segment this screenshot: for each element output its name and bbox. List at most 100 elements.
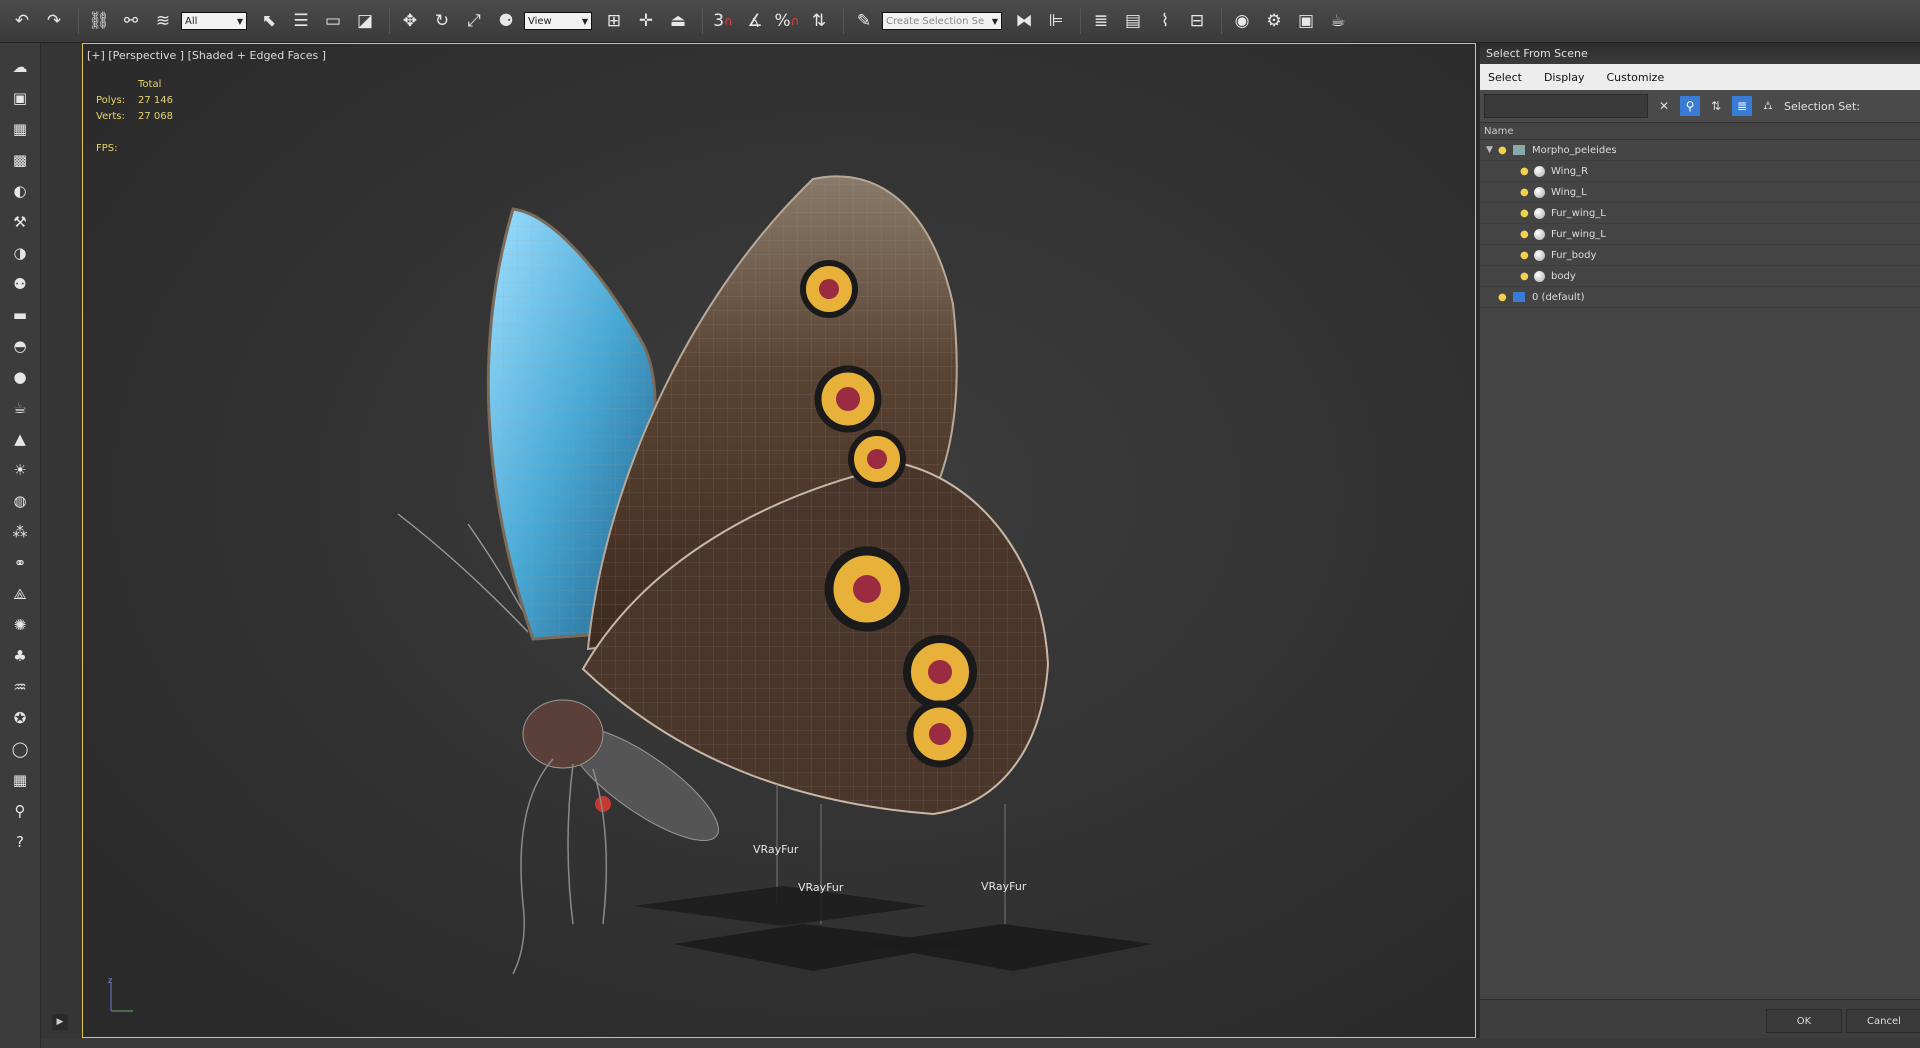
hierarchy-icon[interactable]: ▦: [6, 115, 34, 143]
selection-filter-dropdown[interactable]: All ▼: [181, 12, 247, 30]
tree-row[interactable]: ● body: [1480, 266, 1920, 287]
link-icon[interactable]: ⛓: [85, 7, 113, 35]
utilities-icon[interactable]: ⚲: [6, 797, 34, 825]
snap-toggle-icon[interactable]: 3 ∩: [709, 7, 737, 35]
sort-icon[interactable]: ⇅: [1706, 96, 1726, 116]
material-editor-icon[interactable]: ◉: [1228, 7, 1256, 35]
mirror-icon[interactable]: ⧓: [1010, 7, 1038, 35]
object-sphere-icon: [1534, 270, 1545, 282]
spacewarp-icon[interactable]: ◑: [6, 239, 34, 267]
grid-calc-icon[interactable]: ▦: [6, 766, 34, 794]
hair-fur-icon[interactable]: ♒: [6, 673, 34, 701]
modify-icon[interactable]: ▣: [6, 84, 34, 112]
rectangular-selection-icon[interactable]: ▭: [319, 7, 347, 35]
curve-editor-icon[interactable]: ⌇: [1151, 7, 1179, 35]
layer-display-icon[interactable]: ≣: [1732, 96, 1752, 116]
window-crossing-icon[interactable]: ◪: [351, 7, 379, 35]
name-column-header[interactable]: Name: [1480, 122, 1920, 140]
expand-triangle-icon[interactable]: ▼: [1486, 145, 1498, 155]
light-bulb-icon[interactable]: ●: [1498, 145, 1508, 156]
light-bulb-icon[interactable]: ●: [1520, 229, 1530, 240]
menu-display[interactable]: Display: [1544, 71, 1585, 84]
search-input[interactable]: [1484, 94, 1648, 118]
named-selection-set-dropdown[interactable]: Create Selection Se ▼: [882, 12, 1002, 30]
grass-icon[interactable]: ♣: [6, 642, 34, 670]
move-icon[interactable]: ✥: [396, 7, 424, 35]
tree-row[interactable]: ● 0 (default): [1480, 287, 1920, 308]
tree-row[interactable]: ● Wing_R: [1480, 161, 1920, 182]
toolbar-separator: [1221, 8, 1222, 34]
clear-search-icon[interactable]: ✕: [1654, 96, 1674, 116]
tree-row[interactable]: ● Wing_L: [1480, 182, 1920, 203]
tree-label: Fur_body: [1551, 249, 1597, 261]
perspective-viewport[interactable]: [+] [Perspective ] [Shaded + Edged Faces…: [82, 43, 1476, 1038]
motion-icon[interactable]: ▩: [6, 146, 34, 174]
light-bulb-icon[interactable]: ●: [1520, 208, 1530, 219]
filter-icon[interactable]: ⚲: [1680, 96, 1700, 116]
vray-plane-icon[interactable]: ⟁: [6, 580, 34, 608]
edit-named-selection-icon[interactable]: ✎: [850, 7, 878, 35]
vrayfur-gizmo-3[interactable]: VRayFur: [863, 880, 1153, 971]
sun-icon[interactable]: ☀: [6, 456, 34, 484]
cone-icon[interactable]: ▲: [6, 425, 34, 453]
light-bulb-icon[interactable]: ●: [1520, 187, 1530, 198]
keyboard-shortcut-override-icon[interactable]: ⏏: [664, 7, 692, 35]
ok-button[interactable]: OK: [1766, 1009, 1842, 1033]
light-bulb-icon[interactable]: ●: [1498, 292, 1508, 303]
named-selection-set-placeholder: Create Selection Se: [886, 15, 985, 27]
systems-icon[interactable]: ⚉: [6, 270, 34, 298]
box-icon[interactable]: ▬: [6, 301, 34, 329]
fur-ball-icon[interactable]: ✪: [6, 704, 34, 732]
spinner-snap-icon[interactable]: ⇅: [805, 7, 833, 35]
teapot-primitive-icon[interactable]: ☕: [6, 394, 34, 422]
bone-icon[interactable]: ⚭: [6, 549, 34, 577]
vrayfur-gizmo-1[interactable]: VRayFur: [633, 843, 928, 926]
scale-icon[interactable]: ⤢: [460, 7, 488, 35]
tree-row[interactable]: ▼ ● Morpho_peleides: [1480, 140, 1920, 161]
angle-snap-icon[interactable]: ∡: [741, 7, 769, 35]
geosphere-icon[interactable]: ◍: [6, 487, 34, 515]
light-bulb-icon[interactable]: ●: [1520, 271, 1530, 282]
unlink-icon[interactable]: ⚯: [117, 7, 145, 35]
sphere-icon[interactable]: ●: [6, 363, 34, 391]
menu-customize[interactable]: Customize: [1606, 71, 1664, 84]
placement-icon[interactable]: ⚈: [492, 7, 520, 35]
select-object-icon[interactable]: ⬉: [255, 7, 283, 35]
toolbar-separator: [78, 8, 79, 34]
rendered-frame-window-icon[interactable]: ▣: [1292, 7, 1320, 35]
render-production-icon[interactable]: ☕: [1324, 7, 1352, 35]
selection-filter-value: All: [185, 15, 198, 27]
schematic-view-icon[interactable]: ⊟: [1183, 7, 1211, 35]
align-icon[interactable]: ⊫: [1042, 7, 1070, 35]
leg: [592, 768, 608, 925]
redo-icon[interactable]: ↷: [40, 7, 68, 35]
tree-row[interactable]: ● Fur_wing_L: [1480, 224, 1920, 245]
rotate-icon[interactable]: ↻: [428, 7, 456, 35]
render-setup-icon[interactable]: ⚙: [1260, 7, 1288, 35]
cancel-button[interactable]: Cancel: [1846, 1009, 1920, 1033]
helpers-icon[interactable]: ⚒: [6, 208, 34, 236]
undo-icon[interactable]: ↶: [8, 7, 36, 35]
layer-manager-icon[interactable]: ≣: [1087, 7, 1115, 35]
material-sphere-icon[interactable]: ◯: [6, 735, 34, 763]
hemisphere-icon[interactable]: ◓: [6, 332, 34, 360]
bind-spacewarp-icon[interactable]: ≋: [149, 7, 177, 35]
particles-icon[interactable]: ⁂: [6, 518, 34, 546]
reference-coordinate-dropdown[interactable]: View ▼: [524, 12, 592, 30]
light-bulb-icon[interactable]: ●: [1520, 166, 1530, 177]
menu-select[interactable]: Select: [1488, 71, 1522, 84]
hierarchy-display-icon[interactable]: ⛼: [1758, 96, 1778, 116]
toggle-ribbon-icon[interactable]: ▤: [1119, 7, 1147, 35]
vray-sphere-icon[interactable]: ✺: [6, 611, 34, 639]
select-manipulate-icon[interactable]: ✛: [632, 7, 660, 35]
light-bulb-icon[interactable]: ◐: [6, 177, 34, 205]
tree-row[interactable]: ● Fur_body: [1480, 245, 1920, 266]
tree-row[interactable]: ● Fur_wing_L: [1480, 203, 1920, 224]
help-icon[interactable]: ?: [6, 828, 34, 856]
light-bulb-icon[interactable]: ●: [1520, 250, 1530, 261]
teapot-icon[interactable]: ☁: [6, 53, 34, 81]
percent-snap-icon[interactable]: % ∩: [773, 7, 801, 35]
select-by-name-icon[interactable]: ☰: [287, 7, 315, 35]
expand-arrow-icon[interactable]: ▶: [52, 1014, 68, 1030]
pivot-center-icon[interactable]: ⊞: [600, 7, 628, 35]
